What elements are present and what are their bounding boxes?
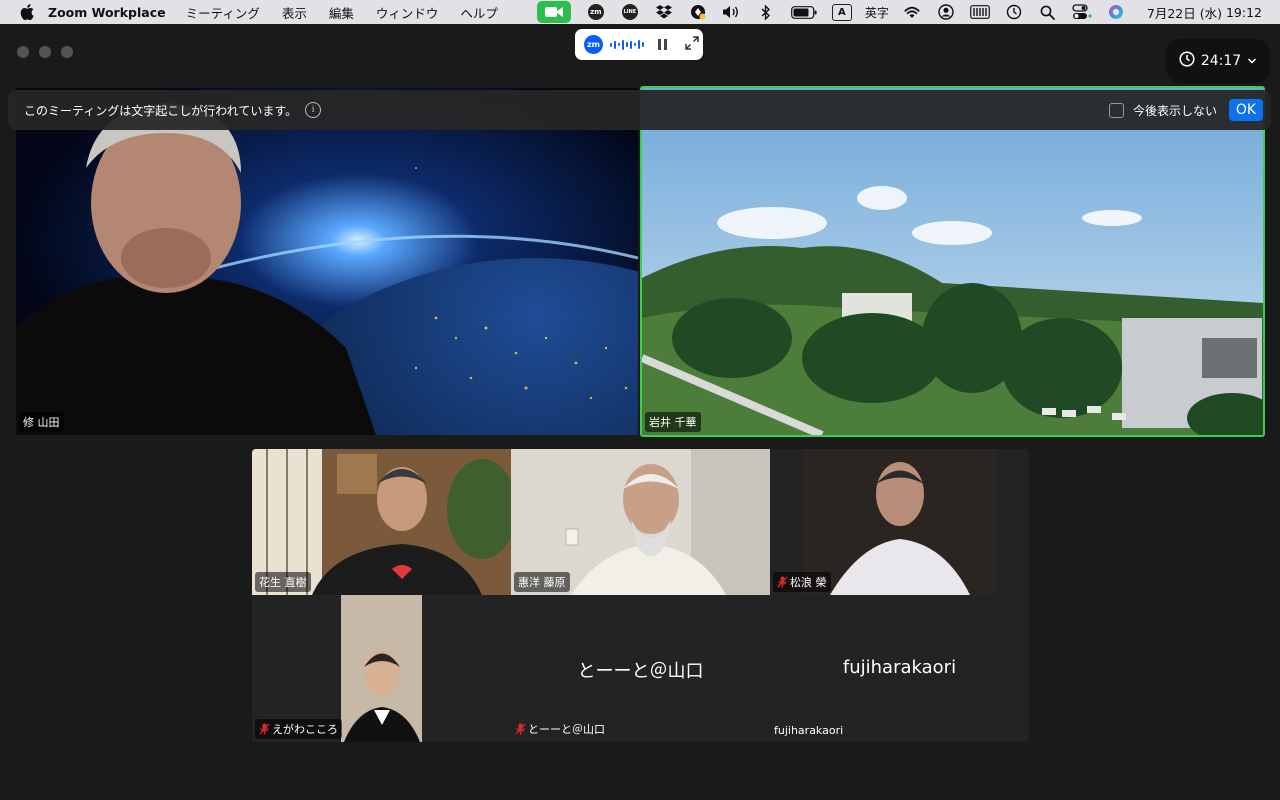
- video-tile-speaker-left[interactable]: 修 山田: [16, 88, 638, 435]
- timer-value: 24:17: [1200, 53, 1242, 69]
- dont-show-again-label[interactable]: 今後表示しない: [1133, 102, 1217, 119]
- sync-status-icon[interactable]: [687, 3, 709, 21]
- input-source-icon[interactable]: A: [831, 3, 853, 21]
- zm-tray-icon[interactable]: zm: [585, 3, 607, 21]
- muted-microphone-icon: [777, 576, 788, 588]
- app-menu[interactable]: Zoom Workplace: [48, 5, 166, 20]
- volume-icon[interactable]: [721, 3, 743, 21]
- chevron-down-icon: [1247, 53, 1257, 69]
- meeting-timer[interactable]: 24:17: [1166, 39, 1270, 83]
- space-background-video: [16, 88, 638, 435]
- line-tray-icon[interactable]: LINE: [619, 3, 641, 21]
- video-tile-participant[interactable]: えがわこころ: [252, 595, 511, 742]
- user-account-icon[interactable]: [935, 3, 957, 21]
- pause-icon[interactable]: [658, 39, 667, 50]
- menu-help[interactable]: ヘルプ: [460, 3, 498, 22]
- landscape-video: [642, 88, 1263, 435]
- zoom-camera-tray-icon[interactable]: [536, 1, 571, 23]
- time-machine-icon[interactable]: [1003, 3, 1025, 21]
- wifi-icon[interactable]: [901, 3, 923, 21]
- participant-display-name: fujiharakaori: [842, 657, 957, 678]
- participant-name-tag: 惠洋 藤原: [514, 572, 570, 592]
- clock-icon: [1179, 51, 1195, 71]
- video-tile-participant[interactable]: 惠洋 藤原: [511, 449, 770, 595]
- apple-menu-icon[interactable]: [20, 4, 36, 20]
- muted-microphone-icon: [515, 723, 526, 735]
- participant-name-tag: 花生 直樹: [255, 572, 311, 592]
- participant-name-tag: 岩井 千華: [645, 412, 701, 432]
- close-window-button[interactable]: [17, 46, 29, 58]
- participant-name-tag: fujiharakaori: [774, 724, 844, 737]
- battery-icon[interactable]: [789, 3, 819, 21]
- dropbox-icon[interactable]: [653, 3, 675, 21]
- spotlight-search-icon[interactable]: [1037, 3, 1059, 21]
- menu-edit[interactable]: 編集: [329, 3, 354, 22]
- zoom-logo-icon: zm: [584, 35, 603, 54]
- window-controls: [17, 46, 73, 58]
- menu-window[interactable]: ウィンドウ: [376, 3, 439, 22]
- gallery-grid: 花生 直樹 惠洋 藤原 松浪 榮 えがわこころ とーーと＠山口 とーーと＠山口 …: [252, 449, 1029, 742]
- input-source-label[interactable]: 英字: [865, 4, 889, 21]
- dont-show-again-checkbox[interactable]: [1108, 102, 1124, 118]
- audio-waveform-icon: [610, 39, 644, 50]
- muted-microphone-icon: [259, 723, 270, 735]
- video-tile-participant[interactable]: 花生 直樹: [252, 449, 511, 595]
- menubar-clock[interactable]: 19:12: [1226, 5, 1262, 20]
- participant-display-name: とーーと＠山口: [577, 661, 704, 682]
- siri-icon[interactable]: [1105, 3, 1127, 21]
- video-tile-active-speaker[interactable]: 岩井 千華: [640, 86, 1265, 437]
- transcription-status-pill[interactable]: zm: [575, 29, 703, 60]
- menu-view[interactable]: 表示: [282, 3, 307, 22]
- transcription-notice-banner: このミーティングは文字起こしが行われています。 i 今後表示しない OK: [8, 90, 1271, 130]
- video-tile-participant-off[interactable]: fujiharakaori fujiharakaori: [770, 595, 1029, 742]
- video-tile-participant-off[interactable]: とーーと＠山口 とーーと＠山口: [511, 595, 770, 742]
- video-tile-participant[interactable]: 松浪 榮: [770, 449, 1029, 595]
- participant-name-tag: とーーと＠山口: [515, 721, 605, 737]
- participant-name-tag: 松浪 榮: [773, 572, 831, 592]
- transcription-notice-text: このミーティングは文字起こしが行われています。: [24, 103, 298, 118]
- minimize-window-button[interactable]: [39, 46, 51, 58]
- zoom-meeting-window: zm 24:17 修 山田 岩井 千華 このミーティングは文字起こしが行われてい…: [0, 24, 1280, 800]
- bluetooth-icon[interactable]: [755, 3, 777, 21]
- ok-button[interactable]: OK: [1229, 99, 1263, 121]
- expand-icon[interactable]: [685, 35, 699, 54]
- info-icon[interactable]: i: [305, 102, 322, 118]
- menu-bar: Zoom Workplace ミーティング 表示 編集 ウィンドウ ヘルプ zm…: [0, 0, 1280, 24]
- participant-name-tag: えがわこころ: [255, 719, 342, 739]
- zoom-window-button[interactable]: [61, 46, 73, 58]
- menubar-date[interactable]: 7月22日 (水): [1147, 3, 1222, 22]
- control-center-icon[interactable]: [1071, 3, 1093, 21]
- menu-meeting[interactable]: ミーティング: [186, 3, 260, 22]
- participant-name-tag: 修 山田: [19, 412, 64, 432]
- memory-monitor-icon[interactable]: [969, 3, 991, 21]
